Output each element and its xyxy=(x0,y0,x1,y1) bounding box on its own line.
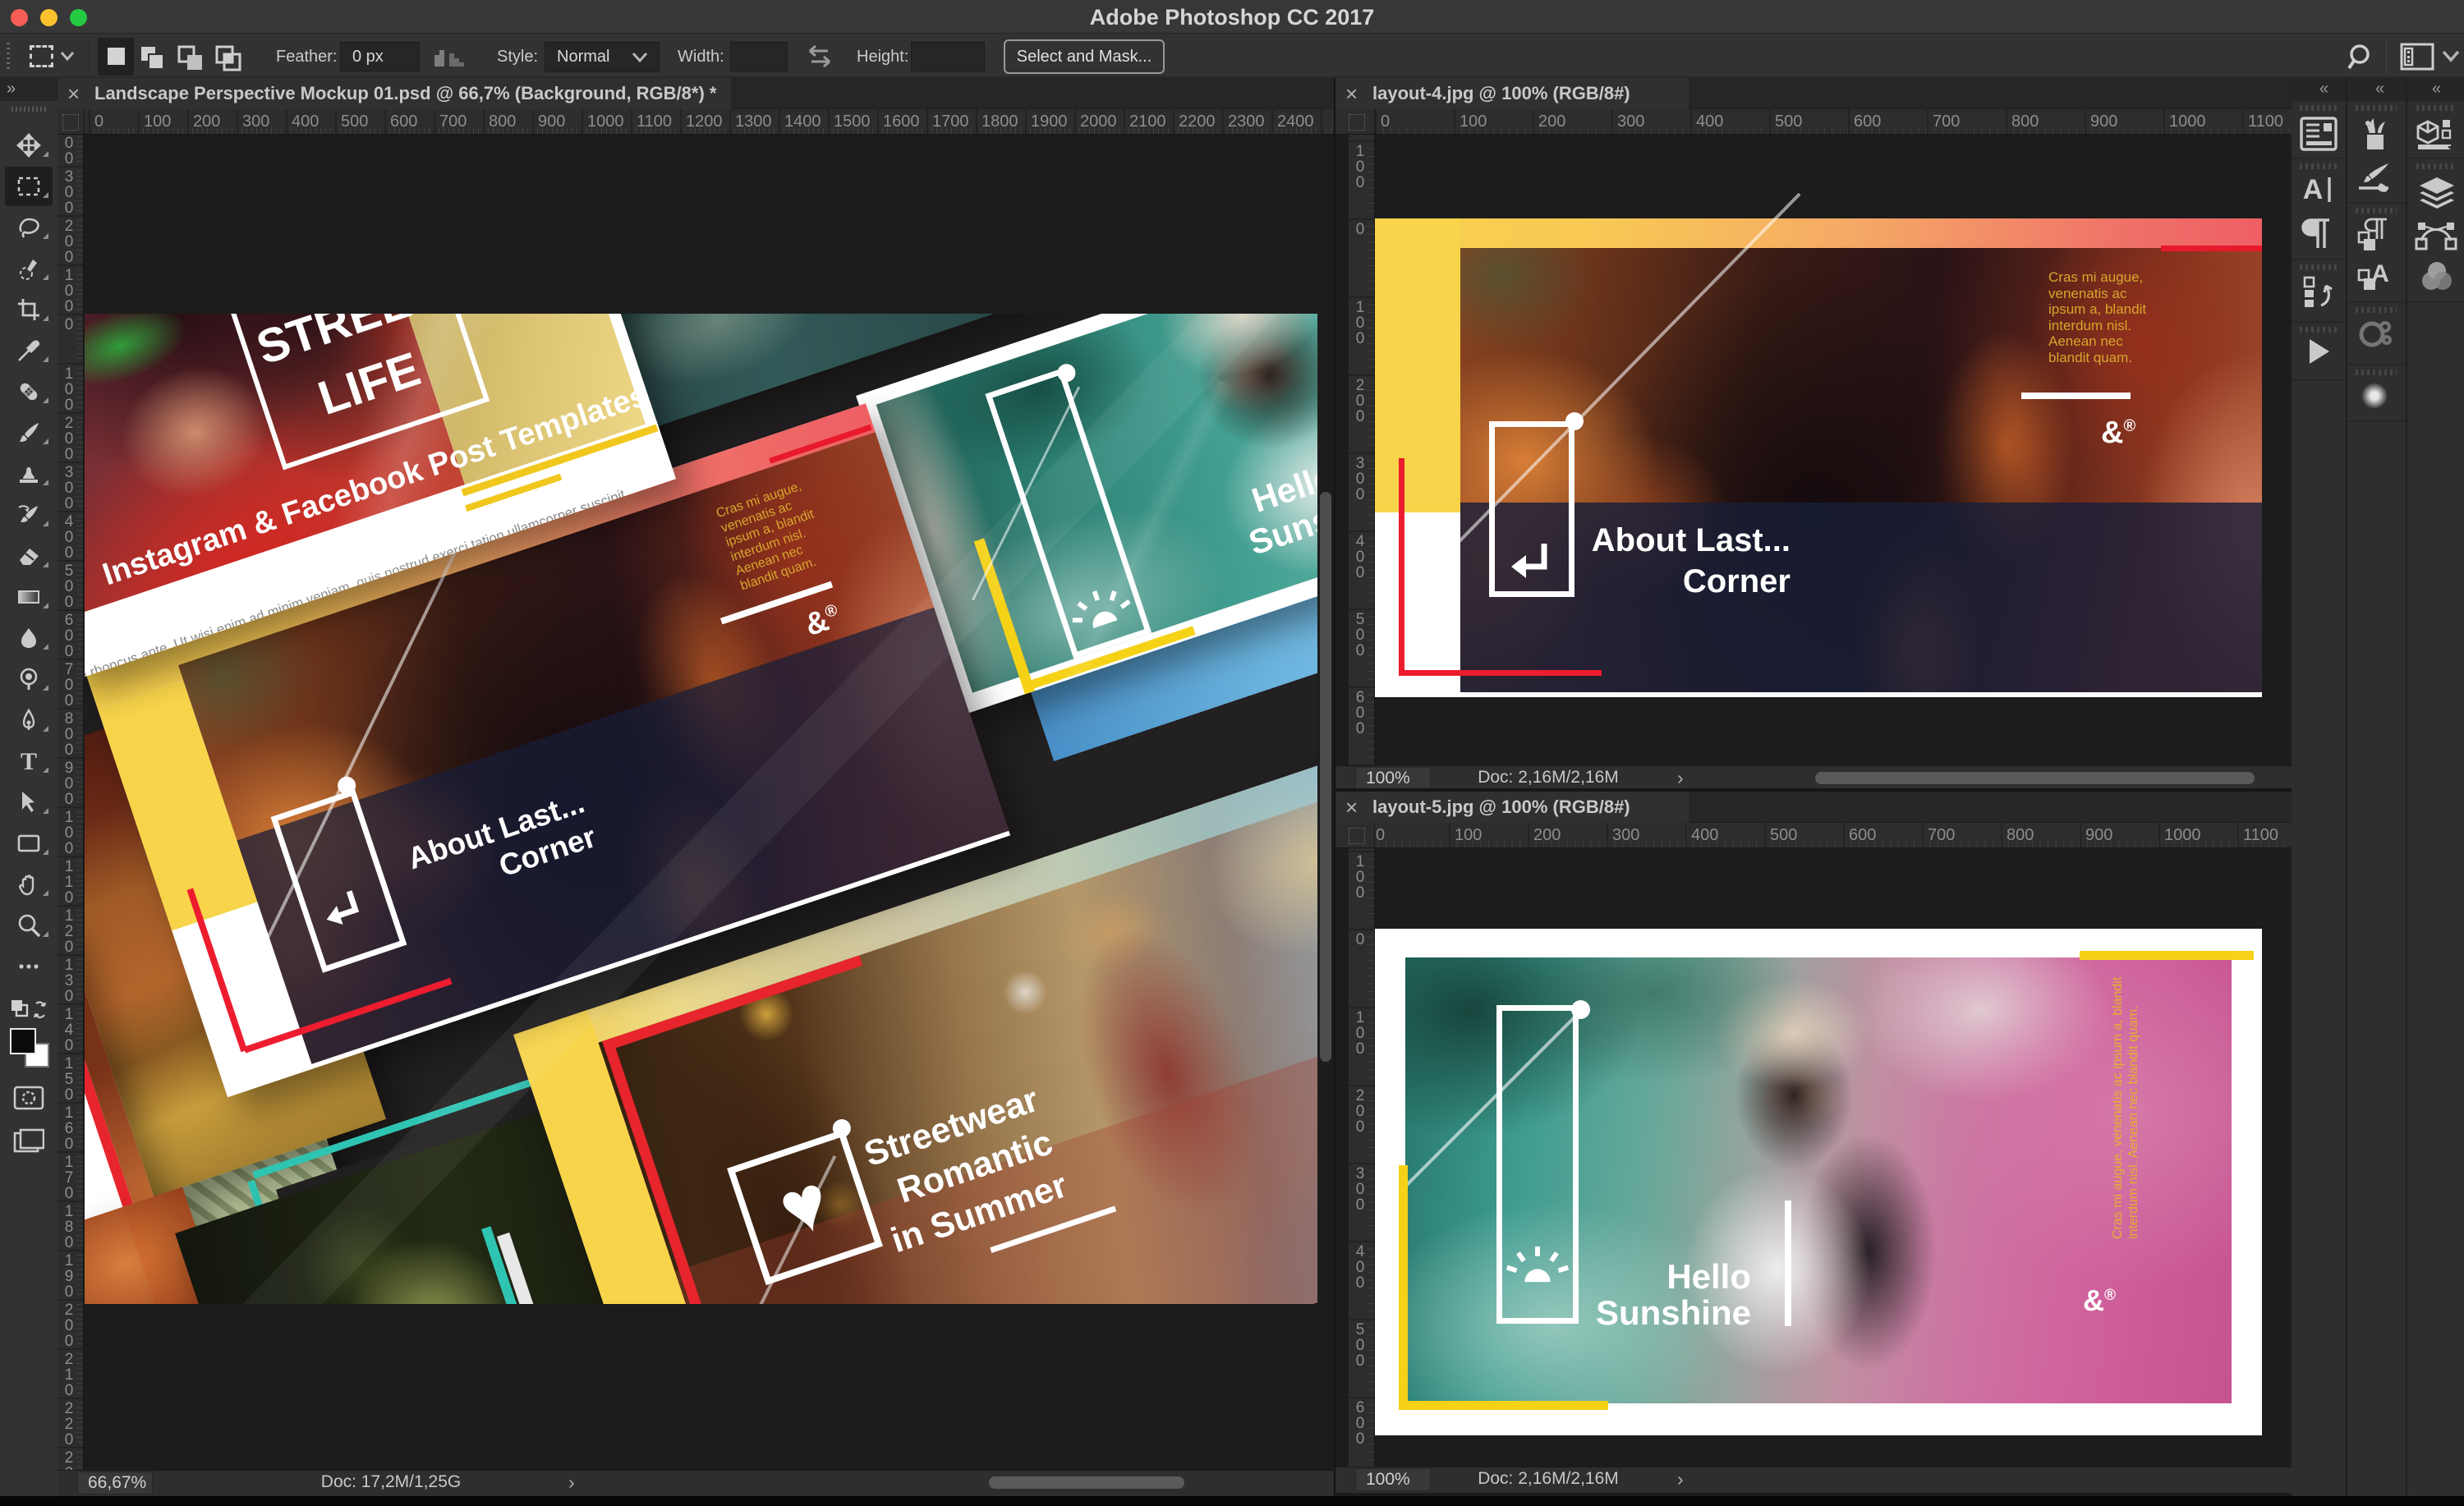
svg-text:T: T xyxy=(21,749,37,774)
svg-text:A: A xyxy=(2303,174,2324,205)
